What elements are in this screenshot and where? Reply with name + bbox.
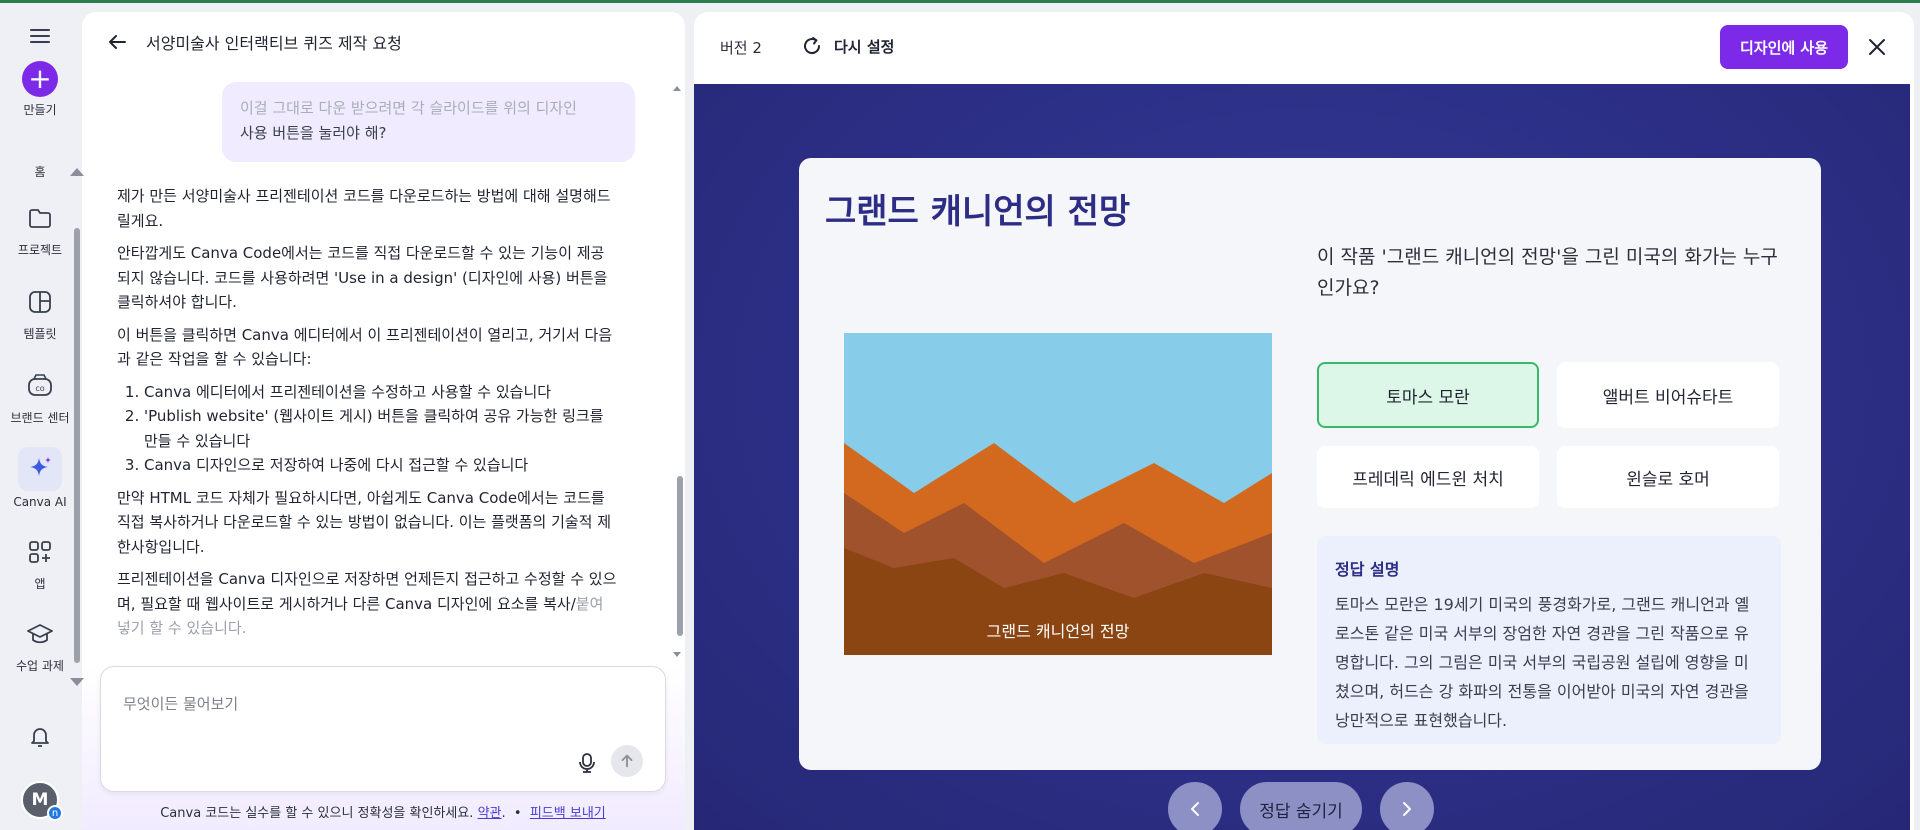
chat-scrollbar[interactable] — [673, 86, 685, 658]
next-slide-button[interactable] — [1380, 782, 1434, 830]
rail-ai-label: Canva AI — [13, 495, 67, 509]
reply-paragraph: 프리젠테이션을 Canva 디자인으로 저장하면 언제든지 접근하고 수정할 수… — [117, 567, 617, 641]
footer-separator: . • — [501, 806, 530, 821]
rail-apps[interactable]: 앱 — [0, 537, 80, 592]
account-button[interactable]: M n — [0, 781, 80, 821]
menu-button[interactable] — [0, 21, 80, 55]
rail-home[interactable]: 홈 — [0, 159, 80, 180]
rail-projects-label: 프로젝트 — [17, 243, 63, 257]
user-message-faded: 이걸 그대로 다운 받으려면 각 슬라이드를 위의 디자인 — [240, 99, 577, 117]
scroll-thumb[interactable] — [74, 228, 80, 663]
preview-pane: 버전 2 다시 설정 디자인에 사용 그랜드 캐니언의 전망 그랜드 캐니언의 … — [694, 12, 1914, 830]
scroll-down-arrow-icon[interactable] — [673, 652, 681, 657]
back-arrow-icon[interactable] — [106, 31, 128, 53]
rail-home-label: 홈 — [34, 165, 46, 179]
terms-link[interactable]: 약관 — [478, 806, 502, 821]
explanation-text: 토마스 모란은 19세기 미국의 풍경화가로, 그랜드 캐니언과 옐로스톤 같은… — [1335, 595, 1750, 730]
sparkle-icon — [18, 447, 62, 491]
reply-list: Canva 에디터에서 프리젠테이션을 수정하고 사용할 수 있습니다 'Pub… — [117, 380, 617, 478]
brand-icon: co — [25, 371, 55, 401]
top-accent-line — [0, 0, 1920, 3]
reply-paragraph: 제가 만든 서양미술사 프리젠테이션 코드를 다운로드하는 방법에 대해 설명해… — [117, 187, 611, 230]
rail-classwork-label: 수업 과제 — [16, 659, 64, 673]
avatar-badge: n — [47, 805, 63, 821]
notifications-button[interactable] — [0, 721, 80, 755]
preview-header: 버전 2 다시 설정 디자인에 사용 — [694, 12, 1914, 84]
rail-create[interactable]: + 만들기 — [0, 61, 80, 118]
reply-text: 프리젠테이션을 Canva 디자인으로 저장하면 언제든지 접근하고 수정할 수… — [117, 570, 617, 613]
prev-slide-button[interactable] — [1168, 782, 1222, 830]
rail-brand[interactable]: co 브랜드 센터 — [0, 371, 80, 426]
assistant-reply: 제가 만든 서양미술사 프리젠테이션 코드를 다운로드하는 방법에 대해 설명해… — [117, 184, 617, 649]
rail-canva-ai[interactable]: Canva AI — [0, 447, 80, 509]
canyon-painting — [844, 333, 1272, 655]
scroll-up-arrow-icon[interactable] — [70, 168, 84, 176]
chat-title: 서양미술사 인터랙티브 퀴즈 제작 요청 — [146, 34, 402, 53]
hamburger-icon — [25, 21, 55, 51]
explanation-title: 정답 설명 — [1335, 560, 1400, 579]
disclaimer-text: Canva 코드는 실수를 할 수 있으니 정확성을 확인하세요. — [160, 806, 474, 821]
user-message: 이걸 그대로 다운 받으려면 각 슬라이드를 위의 디자인 사용 버튼을 눌러야… — [222, 82, 635, 162]
apps-icon — [25, 537, 55, 567]
avatar-initial: M — [31, 790, 49, 810]
reply-paragraph: 이 버튼을 클릭하면 Canva 에디터에서 이 프리젠테이션이 열리고, 거기… — [117, 325, 613, 369]
hide-answer-button[interactable]: 정답 숨기기 — [1240, 782, 1362, 830]
scroll-up-arrow-icon[interactable] — [673, 86, 681, 91]
painting-caption: 그랜드 캐니언의 전망 — [986, 622, 1130, 641]
plus-icon: + — [22, 61, 58, 97]
chat-left-scrollbar[interactable] — [70, 168, 84, 686]
chat-header: 서양미술사 인터랙티브 퀴즈 제작 요청 — [82, 12, 685, 72]
arrow-up-icon — [621, 754, 633, 768]
send-button[interactable] — [611, 745, 643, 777]
rail-templates[interactable]: 템플릿 — [0, 287, 80, 342]
rail-brand-label: 브랜드 센터 — [10, 411, 70, 425]
rail-projects[interactable]: 프로젝트 — [0, 203, 80, 258]
slide-stage: 그랜드 캐니언의 전망 그랜드 캐니언의 전망 이 작품 '그랜드 캐니언의 전… — [694, 84, 1910, 830]
folder-icon — [25, 203, 55, 233]
feedback-link[interactable]: 피드백 보내기 — [530, 806, 606, 821]
reply-paragraph: 만약 HTML 코드 자체가 필요하시다면, 아쉽게도 Canva Code에서… — [117, 488, 612, 556]
scroll-down-arrow-icon[interactable] — [70, 678, 84, 686]
rail-templates-label: 템플릿 — [23, 327, 57, 341]
user-message-text: 사용 버튼을 눌러야 해? — [240, 124, 387, 142]
answer-option-1[interactable]: 토마스 모란 — [1317, 362, 1539, 428]
answer-option-2[interactable]: 앨버트 비어슈타트 — [1557, 362, 1779, 428]
answer-option-3[interactable]: 프레데릭 에드윈 처치 — [1317, 446, 1539, 508]
reply-paragraph: 안타깝게도 Canva Code에서는 코드를 직접 다운로드할 수 있는 기능… — [117, 244, 608, 311]
rail-classwork[interactable]: 수업 과제 — [0, 619, 80, 674]
slide-title: 그랜드 캐니언의 전망 — [825, 192, 1131, 232]
reset-label: 다시 설정 — [834, 37, 895, 56]
chevron-right-icon — [1403, 802, 1411, 816]
chevron-left-icon — [1191, 802, 1199, 816]
bell-icon — [25, 721, 55, 751]
quiz-question: 이 작품 '그랜드 캐니언의 전망'을 그린 미국의 화가는 누구인가요? — [1317, 246, 1778, 299]
avatar: M n — [21, 781, 63, 821]
answer-explanation: 정답 설명 토마스 모란은 19세기 미국의 풍경화가로, 그랜드 캐니언과 옐… — [1317, 536, 1781, 744]
use-in-design-button[interactable]: 디자인에 사용 — [1720, 25, 1848, 69]
disclaimer: Canva 코드는 실수를 할 수 있으니 정확성을 확인하세요. 약관. • … — [100, 802, 666, 821]
close-icon[interactable] — [1864, 34, 1890, 60]
chat-input-placeholder: 무엇이든 물어보기 — [123, 695, 239, 713]
chat-input[interactable]: 무엇이든 물어보기 — [100, 666, 666, 792]
answer-option-4[interactable]: 윈슬로 호머 — [1557, 446, 1779, 508]
quiz-card: 그랜드 캐니언의 전망 그랜드 캐니언의 전망 이 작품 '그랜드 캐니언의 전… — [799, 158, 1821, 770]
rail-create-label: 만들기 — [23, 103, 57, 117]
template-icon — [25, 287, 55, 317]
svg-text:co: co — [35, 384, 44, 393]
list-item: Canva 에디터에서 프리젠테이션을 수정하고 사용할 수 있습니다 — [144, 380, 617, 405]
refresh-icon — [804, 37, 821, 55]
left-rail: + 만들기 홈 프로젝트 템플릿 co 브랜드 센터 Canva AI 앱 수업… — [0, 3, 80, 830]
graduation-cap-icon — [25, 619, 55, 649]
list-item: 'Publish website' (웹사이트 게시) 버튼을 클릭하여 공유 … — [144, 404, 617, 453]
rail-apps-label: 앱 — [34, 577, 46, 591]
list-item: Canva 디자인으로 저장하여 나중에 다시 접근할 수 있습니다 — [144, 453, 617, 478]
scroll-thumb[interactable] — [677, 476, 683, 636]
version-label[interactable]: 버전 2 — [720, 37, 762, 58]
microphone-icon[interactable] — [575, 751, 599, 775]
reset-button[interactable]: 다시 설정 — [800, 34, 894, 58]
